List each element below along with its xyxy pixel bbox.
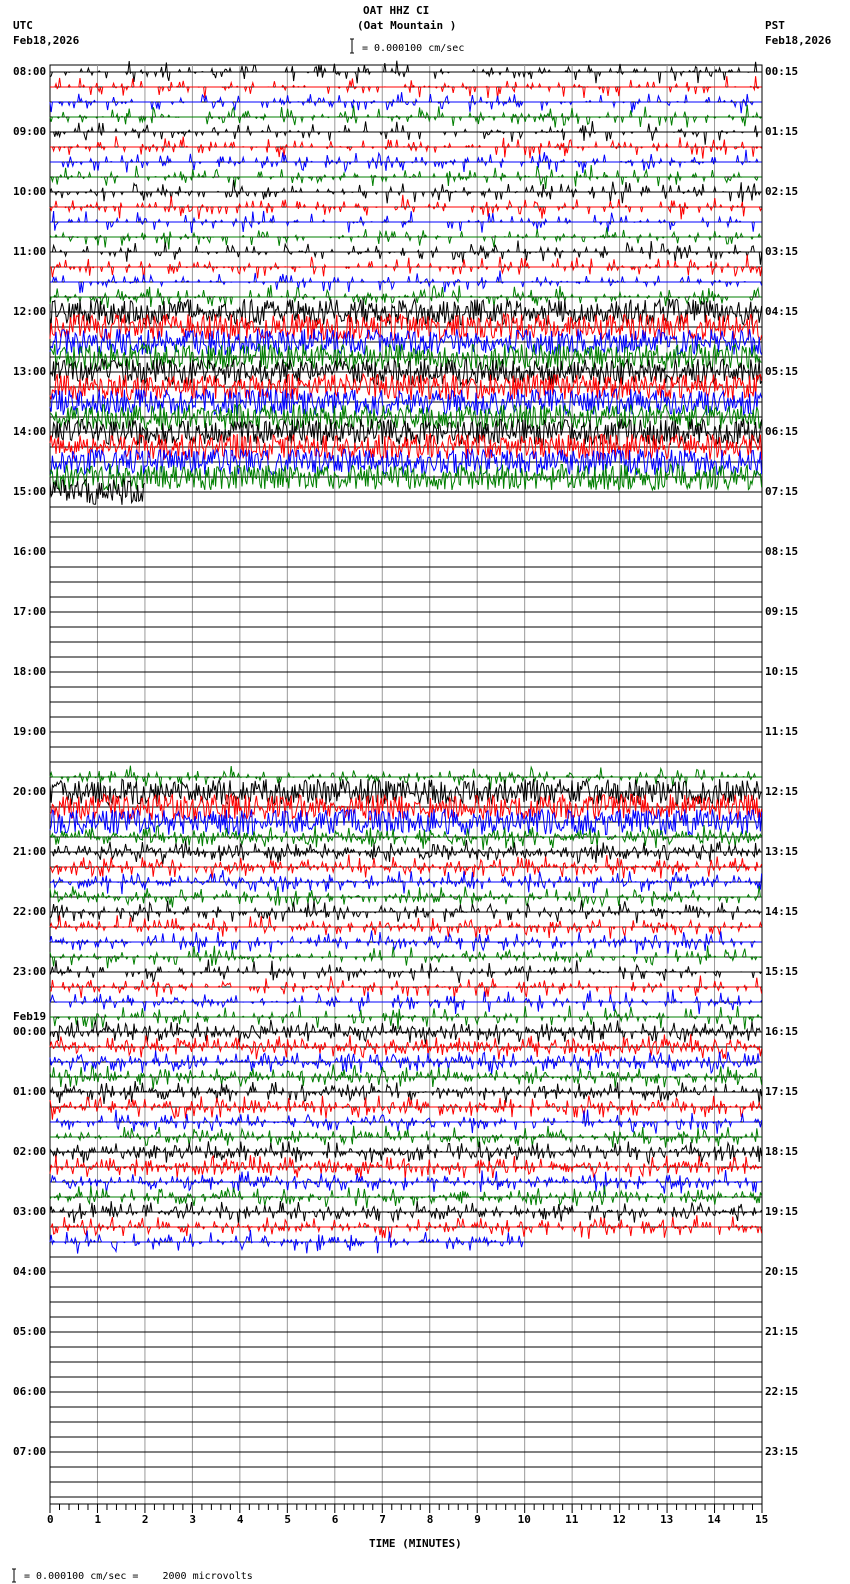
utc-hour-label: 20:00 [13,785,47,798]
pst-hour-label: 15:15 [765,965,799,978]
seismic-trace [49,60,762,84]
utc-hour-label: 09:00 [13,125,47,138]
pst-hour-label: 16:15 [765,1025,799,1038]
x-tick-label: 9 [474,1513,481,1526]
date-change-label: Feb19 [13,1010,47,1023]
pst-hour-label: 21:15 [765,1325,799,1338]
utc-hour-label: 03:00 [13,1205,47,1218]
seismic-trace [49,92,762,114]
seismic-trace [49,765,762,790]
utc-hour-label: 17:00 [13,605,47,618]
seismic-trace [49,227,762,250]
pst-hour-label: 00:15 [765,65,799,78]
seismic-trace [49,1200,763,1224]
pst-hour-label: 07:15 [765,485,799,498]
x-tick-label: 12 [612,1513,626,1526]
x-tick-label: 0 [47,1513,54,1526]
seismic-trace [50,121,762,145]
seismic-trace [49,870,763,895]
pst-hour-label: 19:15 [765,1205,799,1218]
utc-hour-label: 23:00 [13,965,47,978]
x-tick-label: 5 [284,1513,291,1526]
seismic-trace [49,915,763,939]
pst-hour-label: 22:15 [765,1385,799,1398]
x-tick-label: 1 [94,1513,102,1526]
utc-hour-label: 04:00 [13,1265,47,1278]
utc-hour-label: 01:00 [13,1085,47,1098]
seismogram-traces [12,38,763,1583]
utc-hour-label: 05:00 [13,1325,47,1338]
seismic-trace [49,1185,763,1209]
pst-hour-label: 02:15 [765,185,799,198]
pst-hour-label: 18:15 [765,1145,799,1158]
x-tick-label: 15 [755,1513,769,1526]
pst-hour-label: 08:15 [765,545,799,558]
utc-hour-label: 07:00 [13,1445,47,1458]
pst-hour-label: 17:15 [765,1085,799,1098]
utc-hour-label: 18:00 [13,665,47,678]
plot-frame [49,64,763,1505]
utc-hour-label: 19:00 [13,725,47,738]
pst-hour-label: 01:15 [765,125,799,138]
utc-hour-label: 15:00 [13,485,47,498]
helicorder-plot: OAT HHZ CI (Oat Mountain ) UTC Feb18,202… [0,0,850,1584]
pst-hour-label: 23:15 [765,1445,799,1458]
utc-hour-label: 22:00 [13,905,47,918]
x-tick-label: 8 [426,1513,434,1526]
x-tick-label: 3 [189,1513,197,1526]
x-tick-label: 7 [379,1513,386,1526]
utc-hour-label: 13:00 [13,365,47,378]
seismic-trace [49,179,762,204]
pst-hour-label: 05:15 [765,365,799,378]
seismic-trace [49,1095,763,1120]
utc-hour-label: 10:00 [13,185,47,198]
utc-hour-label: 11:00 [13,245,47,258]
pst-hour-label: 03:15 [765,245,799,258]
pst-hour-label: 12:15 [765,785,799,798]
x-tick-label: 13 [660,1513,674,1526]
x-tick-label: 10 [517,1513,531,1526]
utc-hour-label: 21:00 [13,845,47,858]
pst-hour-label: 09:15 [765,605,799,618]
pst-hour-label: 04:15 [765,305,799,318]
seismic-trace [50,254,763,280]
pst-hour-label: 14:15 [765,905,799,918]
utc-hour-label: 12:00 [13,305,47,318]
utc-hour-label: 14:00 [13,425,47,438]
x-tick-label: 11 [565,1513,579,1526]
utc-hour-label: 06:00 [13,1385,47,1398]
x-tick-label: 14 [707,1513,721,1526]
x-tick-label: 2 [141,1513,149,1526]
utc-hour-label: 00:00 [13,1025,47,1038]
utc-hour-label: 08:00 [13,65,47,78]
seismic-trace [50,149,762,174]
seismic-trace [50,76,762,100]
seismic-trace [50,240,763,265]
utc-hour-label: 16:00 [13,545,47,558]
seismic-trace [49,854,763,879]
pst-hour-label: 11:15 [765,725,799,738]
x-tick-label: 4 [236,1513,244,1526]
pst-hour-label: 13:15 [765,845,799,858]
pst-hour-label: 20:15 [765,1265,799,1278]
pst-hour-label: 06:15 [765,425,799,438]
pst-hour-label: 10:15 [765,665,799,678]
x-tick-label: 6 [331,1513,339,1526]
utc-hour-label: 02:00 [13,1145,47,1158]
